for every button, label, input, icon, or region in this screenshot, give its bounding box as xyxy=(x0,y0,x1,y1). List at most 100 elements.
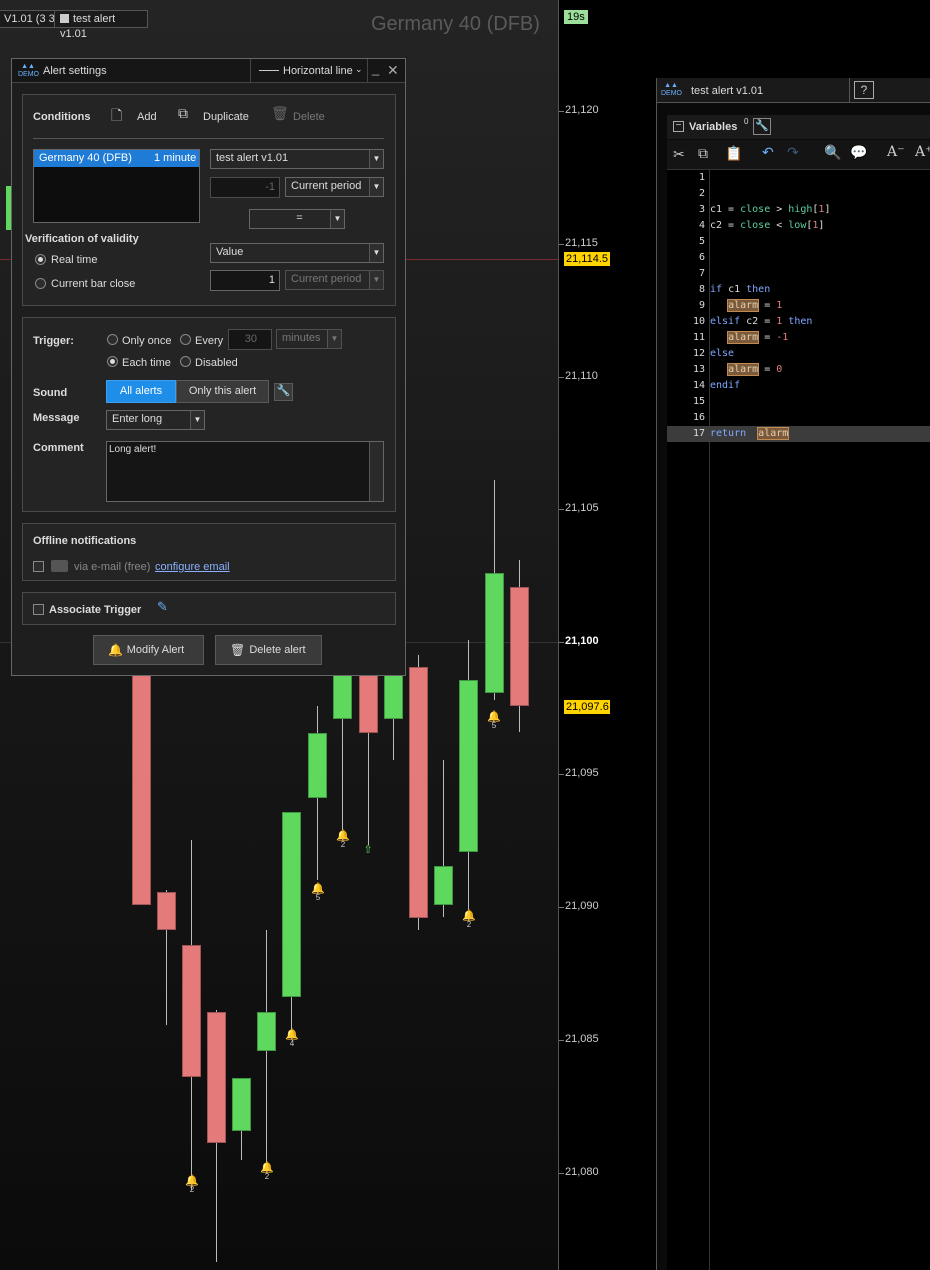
trigger-label: Trigger: xyxy=(33,335,74,347)
wrench-icon[interactable]: 🔧 xyxy=(753,118,771,135)
alert-bell-marker[interactable]: 🔔 2 xyxy=(461,909,477,929)
period-select-value: Current period xyxy=(291,180,362,192)
bell-icon: ⇧ xyxy=(363,844,373,856)
add-button[interactable]: 🗋 Add xyxy=(111,105,161,127)
dialog-titlebar[interactable]: ▲▲ DEMO Alert settings Horizontal line ⌄ … xyxy=(12,59,405,83)
configure-email-link[interactable]: configure email xyxy=(155,561,230,573)
comment-icon[interactable]: 💬 xyxy=(850,144,867,161)
code-line[interactable]: 9 alarm = 1 xyxy=(667,298,930,314)
code-line[interactable]: 17 return alarm xyxy=(667,426,930,442)
disabled-radio[interactable] xyxy=(180,356,191,367)
code-line[interactable]: 15 xyxy=(667,394,930,410)
value-select[interactable]: Value ▼ xyxy=(210,243,384,263)
alert-bell-marker[interactable]: 🔔 2 xyxy=(259,1161,275,1181)
code-line[interactable]: 2 xyxy=(667,186,930,202)
indicator-select[interactable]: test alert v1.01 ▼ xyxy=(210,149,384,169)
each-time-radio[interactable] xyxy=(107,356,118,367)
price-tick: 21,115 xyxy=(565,237,598,249)
list-item[interactable]: Germany 40 (DFB) 1 minute xyxy=(34,150,199,167)
cut-icon[interactable]: ✂ xyxy=(673,146,685,163)
paste-icon[interactable]: 📋 xyxy=(725,145,742,162)
close-icon[interactable]: ✕ xyxy=(387,62,399,79)
search-icon[interactable]: 🔍 xyxy=(824,144,841,161)
every-value-stepper[interactable]: 30 xyxy=(228,329,272,350)
bullish-candle xyxy=(308,733,327,798)
duplicate-button[interactable]: ⧉ Duplicate xyxy=(178,105,258,127)
duplicate-label: Duplicate xyxy=(203,111,249,123)
value-period-select[interactable]: Current period ▼ xyxy=(285,270,384,290)
alert-bell-marker[interactable]: 🔔 5 xyxy=(486,710,502,730)
code-line[interactable]: 5 xyxy=(667,234,930,250)
real-time-radio[interactable] xyxy=(35,254,46,265)
alert-bell-marker[interactable]: 🔔 2 xyxy=(184,1174,200,1194)
alert-bell-marker[interactable]: 🔔 2 xyxy=(335,829,351,849)
associate-trigger-checkbox[interactable] xyxy=(33,604,44,615)
value-input[interactable]: 1 xyxy=(210,270,280,291)
every-radio[interactable] xyxy=(180,334,191,345)
line-number: 7 xyxy=(698,268,705,279)
font-decrease-icon[interactable]: A⁻ xyxy=(887,144,905,160)
comment-textarea[interactable]: Long alert! xyxy=(106,441,384,502)
modify-alert-button[interactable]: 🔔 Modify Alert xyxy=(93,635,204,665)
conditions-list[interactable]: Germany 40 (DFB) 1 minute xyxy=(33,149,200,223)
envelope-icon xyxy=(51,560,68,572)
line-number: 12 xyxy=(692,348,705,359)
code-line[interactable]: 3 c1 = close > high[1] xyxy=(667,202,930,218)
code-line[interactable]: 7 xyxy=(667,266,930,282)
code-text: c1 = close > high[1] xyxy=(710,204,831,215)
code-line[interactable]: 10 elsif c2 = 1 then xyxy=(667,314,930,330)
alert-settings-dialog[interactable]: ▲▲ DEMO Alert settings Horizontal line ⌄ … xyxy=(11,58,406,676)
bullish-candle xyxy=(257,1012,276,1051)
code-line[interactable]: 13 alarm = 0 xyxy=(667,362,930,378)
code-line[interactable]: 16 xyxy=(667,410,930,426)
font-increase-icon[interactable]: A⁺ xyxy=(915,144,930,160)
collapse-icon[interactable]: − xyxy=(673,121,684,132)
comment-text: Long alert! xyxy=(109,444,157,455)
bar-close-radio[interactable] xyxy=(35,278,46,289)
code-line[interactable]: 11 alarm = -1 xyxy=(667,330,930,346)
code-area[interactable]: 1 2 3 c1 = close > high[1] 4 c2 = close < low… xyxy=(667,170,930,1270)
delete-button[interactable]: 🗑 Delete xyxy=(271,105,331,127)
line-type-select[interactable]: Horizontal line ⌄ xyxy=(250,59,368,83)
alert-bell-marker[interactable]: 🔔 4 xyxy=(284,1028,300,1048)
code-line[interactable]: 1 xyxy=(667,170,930,186)
code-line[interactable]: 6 xyxy=(667,250,930,266)
only-once-radio[interactable] xyxy=(107,334,118,345)
alert-bell-marker[interactable]: ⇧ xyxy=(360,843,376,856)
operator-select[interactable]: = ▼ xyxy=(249,209,345,229)
comment-scrollbar[interactable] xyxy=(369,442,383,501)
line-number: 3 xyxy=(698,204,705,215)
offset-input[interactable]: -1 xyxy=(210,177,280,198)
code-line[interactable]: 12 else xyxy=(667,346,930,362)
edit-icon[interactable]: ✎ xyxy=(157,599,168,615)
code-text: if c1 then xyxy=(710,284,771,295)
editor-titlebar[interactable]: ▲▲ DEMO test alert v1.01 ? xyxy=(657,78,930,103)
demo-logo-icon: ▲▲ DEMO xyxy=(18,63,39,78)
line-number: 13 xyxy=(692,364,705,375)
redo-icon[interactable]: ↷ xyxy=(787,144,799,161)
minimize-icon[interactable]: _ xyxy=(372,61,379,76)
all-alerts-tab[interactable]: All alerts xyxy=(106,380,176,403)
copy-icon[interactable]: ⧉ xyxy=(698,145,708,162)
message-label: Message xyxy=(33,412,80,424)
wrench-icon[interactable]: 🔧 xyxy=(274,383,293,401)
price-axis[interactable]: 19s 21,120 21,115 21,114.5 21,110 21,105… xyxy=(558,0,611,1270)
message-select[interactable]: Enter long ▼ xyxy=(106,410,205,430)
code-text: elsif c2 = 1 then xyxy=(710,316,813,327)
alert-bell-marker[interactable]: 🔔 5 xyxy=(310,882,326,902)
chart-tab-alert[interactable]: test alert v1.01 xyxy=(54,10,148,40)
code-line[interactable]: 4 c2 = close < low[1] xyxy=(667,218,930,234)
only-this-alert-tab[interactable]: Only this alert xyxy=(176,380,269,403)
code-line[interactable]: 14 endif xyxy=(667,378,930,394)
delete-alert-button[interactable]: 🗑 Delete alert xyxy=(215,635,322,665)
every-unit-select[interactable]: minutes ▼ xyxy=(276,329,342,349)
email-checkbox[interactable] xyxy=(33,561,44,572)
code-editor-window[interactable]: ▲▲ DEMO test alert v1.01 ? − Variables 0 … xyxy=(656,78,930,1270)
period-select[interactable]: Current period ▼ xyxy=(285,177,384,197)
chevron-down-icon: ▼ xyxy=(369,178,383,196)
undo-icon[interactable]: ↶ xyxy=(762,144,774,161)
code-line[interactable]: 8 if c1 then xyxy=(667,282,930,298)
bearish-candle xyxy=(132,670,151,905)
help-icon[interactable]: ? xyxy=(854,81,874,99)
chevron-down-icon: ▼ xyxy=(190,411,204,429)
